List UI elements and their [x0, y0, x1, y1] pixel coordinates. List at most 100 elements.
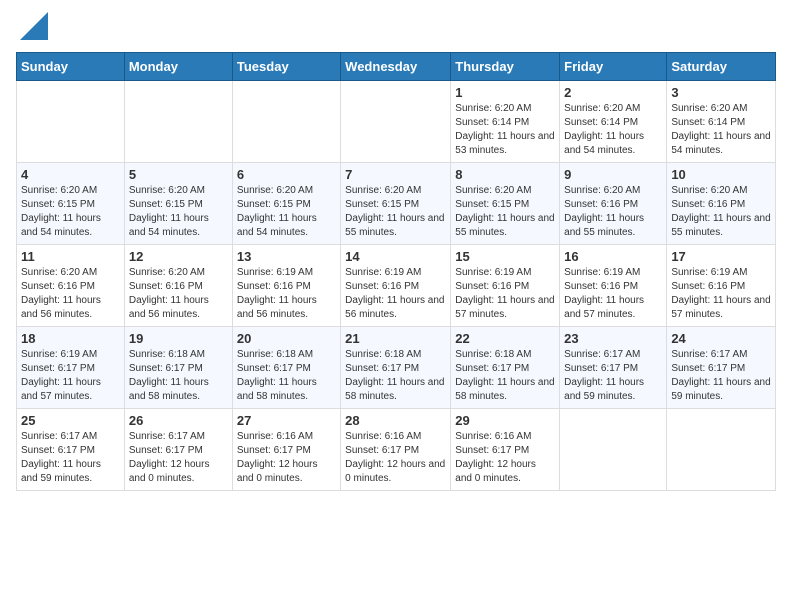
day-info: Sunrise: 6:20 AMSunset: 6:14 PMDaylight:…	[564, 102, 662, 158]
column-header-friday: Friday	[560, 53, 667, 81]
day-number: 4	[21, 167, 120, 182]
calendar-cell: 2 Sunrise: 6:20 AMSunset: 6:14 PMDaylight…	[560, 81, 667, 163]
calendar-table: SundayMondayTuesdayWednesdayThursdayFrid…	[16, 52, 776, 491]
day-info: Sunrise: 6:19 AMSunset: 6:16 PMDaylight:…	[455, 266, 555, 322]
day-number: 5	[129, 167, 228, 182]
logo	[16, 16, 48, 40]
calendar-week-row: 1 Sunrise: 6:20 AMSunset: 6:14 PMDaylight…	[17, 81, 776, 163]
day-number: 13	[237, 249, 336, 264]
calendar-cell: 17 Sunrise: 6:19 AMSunset: 6:16 PMDayligh…	[667, 245, 776, 327]
day-info: Sunrise: 6:16 AMSunset: 6:17 PMDaylight:…	[455, 430, 555, 486]
day-number: 1	[455, 85, 555, 100]
day-info: Sunrise: 6:19 AMSunset: 6:16 PMDaylight:…	[237, 266, 336, 322]
day-info: Sunrise: 6:19 AMSunset: 6:16 PMDaylight:…	[671, 266, 771, 322]
day-info: Sunrise: 6:17 AMSunset: 6:17 PMDaylight:…	[21, 430, 120, 486]
day-info: Sunrise: 6:20 AMSunset: 6:16 PMDaylight:…	[21, 266, 120, 322]
day-info: Sunrise: 6:18 AMSunset: 6:17 PMDaylight:…	[345, 348, 446, 404]
day-number: 7	[345, 167, 446, 182]
logo-icon	[20, 12, 48, 40]
column-header-tuesday: Tuesday	[232, 53, 340, 81]
day-info: Sunrise: 6:20 AMSunset: 6:16 PMDaylight:…	[671, 184, 771, 240]
calendar-cell: 28 Sunrise: 6:16 AMSunset: 6:17 PMDayligh…	[341, 409, 451, 491]
calendar-cell: 25 Sunrise: 6:17 AMSunset: 6:17 PMDayligh…	[17, 409, 125, 491]
day-number: 24	[671, 331, 771, 346]
calendar-week-row: 11 Sunrise: 6:20 AMSunset: 6:16 PMDayligh…	[17, 245, 776, 327]
day-number: 10	[671, 167, 771, 182]
calendar-cell: 3Sunrise: 6:20 AMSunset: 6:14 PMDaylight…	[667, 81, 776, 163]
day-number: 8	[455, 167, 555, 182]
day-number: 17	[671, 249, 771, 264]
calendar-cell: 7 Sunrise: 6:20 AMSunset: 6:15 PMDaylight…	[341, 163, 451, 245]
day-number: 21	[345, 331, 446, 346]
calendar-week-row: 18 Sunrise: 6:19 AMSunset: 6:17 PMDayligh…	[17, 327, 776, 409]
calendar-cell: 13 Sunrise: 6:19 AMSunset: 6:16 PMDayligh…	[232, 245, 340, 327]
calendar-cell: 20 Sunrise: 6:18 AMSunset: 6:17 PMDayligh…	[232, 327, 340, 409]
day-number: 27	[237, 413, 336, 428]
calendar-cell: 8 Sunrise: 6:20 AMSunset: 6:15 PMDaylight…	[451, 163, 560, 245]
day-number: 15	[455, 249, 555, 264]
day-info: Sunrise: 6:20 AMSunset: 6:15 PMDaylight:…	[455, 184, 555, 240]
column-header-wednesday: Wednesday	[341, 53, 451, 81]
calendar-cell: 9 Sunrise: 6:20 AMSunset: 6:16 PMDaylight…	[560, 163, 667, 245]
calendar-cell	[667, 409, 776, 491]
calendar-cell: 29 Sunrise: 6:16 AMSunset: 6:17 PMDayligh…	[451, 409, 560, 491]
day-number: 14	[345, 249, 446, 264]
calendar-cell: 15 Sunrise: 6:19 AMSunset: 6:16 PMDayligh…	[451, 245, 560, 327]
calendar-cell: 23 Sunrise: 6:17 AMSunset: 6:17 PMDayligh…	[560, 327, 667, 409]
page-header	[16, 16, 776, 40]
day-info: Sunrise: 6:20 AMSunset: 6:15 PMDaylight:…	[21, 184, 120, 240]
column-header-sunday: Sunday	[17, 53, 125, 81]
day-number: 20	[237, 331, 336, 346]
calendar-cell: 11 Sunrise: 6:20 AMSunset: 6:16 PMDayligh…	[17, 245, 125, 327]
calendar-cell	[124, 81, 232, 163]
day-number: 18	[21, 331, 120, 346]
day-info: Sunrise: 6:20 AMSunset: 6:16 PMDaylight:…	[564, 184, 662, 240]
calendar-cell: 16 Sunrise: 6:19 AMSunset: 6:16 PMDayligh…	[560, 245, 667, 327]
calendar-cell: 26 Sunrise: 6:17 AMSunset: 6:17 PMDayligh…	[124, 409, 232, 491]
day-info: Sunrise: 6:20 AMSunset: 6:15 PMDaylight:…	[129, 184, 228, 240]
day-info: Sunrise: 6:16 AMSunset: 6:17 PMDaylight:…	[237, 430, 336, 486]
calendar-week-row: 4 Sunrise: 6:20 AMSunset: 6:15 PMDaylight…	[17, 163, 776, 245]
day-info: Sunrise: 6:18 AMSunset: 6:17 PMDaylight:…	[129, 348, 228, 404]
calendar-cell	[341, 81, 451, 163]
day-number: 16	[564, 249, 662, 264]
calendar-cell: 19Sunrise: 6:18 AMSunset: 6:17 PMDayligh…	[124, 327, 232, 409]
day-info: Sunrise: 6:20 AMSunset: 6:14 PMDaylight:…	[455, 102, 555, 158]
day-info: Sunrise: 6:19 AMSunset: 6:16 PMDaylight:…	[564, 266, 662, 322]
day-number: 2	[564, 85, 662, 100]
calendar-cell: 18 Sunrise: 6:19 AMSunset: 6:17 PMDayligh…	[17, 327, 125, 409]
column-header-monday: Monday	[124, 53, 232, 81]
day-number: 11	[21, 249, 120, 264]
calendar-cell: 24 Sunrise: 6:17 AMSunset: 6:17 PMDayligh…	[667, 327, 776, 409]
calendar-cell	[17, 81, 125, 163]
column-header-thursday: Thursday	[451, 53, 560, 81]
day-number: 28	[345, 413, 446, 428]
calendar-cell: 4 Sunrise: 6:20 AMSunset: 6:15 PMDaylight…	[17, 163, 125, 245]
calendar-week-row: 25 Sunrise: 6:17 AMSunset: 6:17 PMDayligh…	[17, 409, 776, 491]
calendar-cell: 1 Sunrise: 6:20 AMSunset: 6:14 PMDaylight…	[451, 81, 560, 163]
calendar-cell: 21 Sunrise: 6:18 AMSunset: 6:17 PMDayligh…	[341, 327, 451, 409]
day-number: 23	[564, 331, 662, 346]
day-info: Sunrise: 6:17 AMSunset: 6:17 PMDaylight:…	[671, 348, 771, 404]
day-number: 3	[671, 85, 771, 100]
day-info: Sunrise: 6:20 AMSunset: 6:15 PMDaylight:…	[345, 184, 446, 240]
calendar-cell	[560, 409, 667, 491]
calendar-cell: 27 Sunrise: 6:16 AMSunset: 6:17 PMDayligh…	[232, 409, 340, 491]
day-number: 25	[21, 413, 120, 428]
day-info: Sunrise: 6:19 AMSunset: 6:17 PMDaylight:…	[21, 348, 120, 404]
day-info: Sunrise: 6:17 AMSunset: 6:17 PMDaylight:…	[564, 348, 662, 404]
calendar-cell: 6 Sunrise: 6:20 AMSunset: 6:15 PMDaylight…	[232, 163, 340, 245]
day-info: Sunrise: 6:17 AMSunset: 6:17 PMDaylight:…	[129, 430, 228, 486]
day-number: 9	[564, 167, 662, 182]
day-number: 26	[129, 413, 228, 428]
day-info: Sunrise: 6:16 AMSunset: 6:17 PMDaylight:…	[345, 430, 446, 486]
day-number: 29	[455, 413, 555, 428]
day-number: 12	[129, 249, 228, 264]
day-number: 22	[455, 331, 555, 346]
calendar-cell: 5 Sunrise: 6:20 AMSunset: 6:15 PMDaylight…	[124, 163, 232, 245]
day-number: 6	[237, 167, 336, 182]
column-header-saturday: Saturday	[667, 53, 776, 81]
day-info: Sunrise: 6:20 AMSunset: 6:15 PMDaylight:…	[237, 184, 336, 240]
calendar-cell: 22Sunrise: 6:18 AMSunset: 6:17 PMDayligh…	[451, 327, 560, 409]
day-info: Sunrise: 6:18 AMSunset: 6:17 PMDaylight:…	[237, 348, 336, 404]
